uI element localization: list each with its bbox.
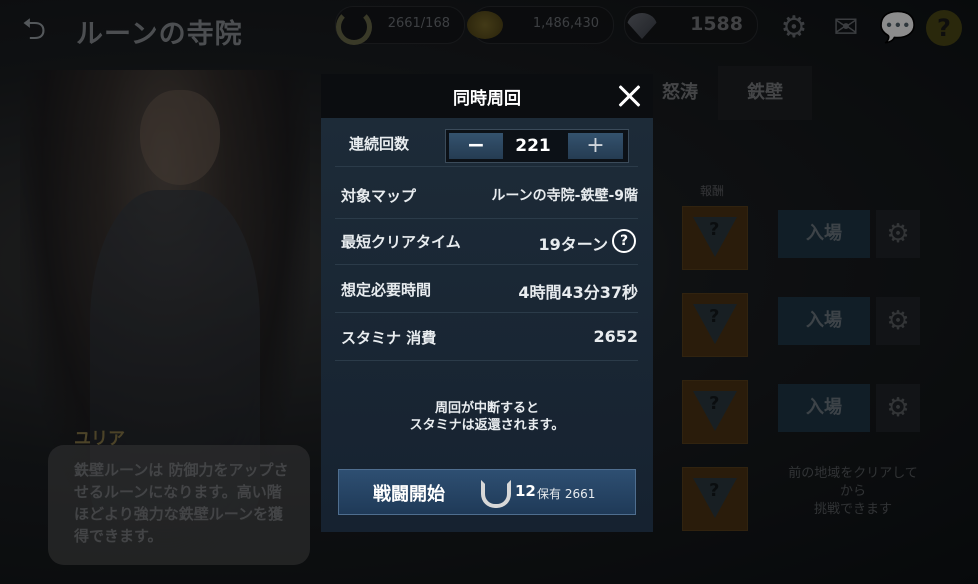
- clear-time-value: 19ターン: [538, 235, 608, 254]
- target-map-label: 対象マップ: [341, 187, 417, 205]
- target-map-value: ルーンの寺院-鉄壁-9階: [491, 188, 638, 204]
- minus-button[interactable]: −: [449, 133, 503, 159]
- stamina-owned: 保有 2661: [537, 487, 596, 501]
- start-battle-label: 戦闘開始: [373, 484, 445, 505]
- simultaneous-run-dialog: 同時周回 連続回数 − 221 + 対象マップ ルーンの寺院-鉄壁-9階 最短ク…: [321, 74, 653, 532]
- horseshoe-icon: [481, 480, 511, 508]
- run-count-value[interactable]: 221: [503, 133, 563, 159]
- plus-button[interactable]: +: [568, 133, 623, 159]
- clear-time-row: 最短クリアタイム 19ターン ?: [335, 218, 638, 265]
- notice-line-1: 周回が中断すると: [434, 401, 539, 416]
- clear-time-label: 最短クリアタイム: [341, 233, 461, 251]
- dialog-header: 同時周回: [321, 74, 653, 118]
- run-count-stepper: − 221 +: [445, 129, 629, 163]
- refund-notice: 周回が中断すると スタミナは返還されます。: [321, 400, 653, 434]
- dialog-body: 連続回数 − 221 + 対象マップ ルーンの寺院-鉄壁-9階 最短クリアタイム…: [321, 118, 653, 532]
- stamina-cost-label: スタミナ 消費: [341, 329, 437, 347]
- dialog-title: 同時周回: [453, 89, 521, 109]
- stamina-cost-value: 2652: [593, 327, 638, 346]
- stamina-cost: 12: [515, 482, 536, 500]
- target-map-row: 対象マップ ルーンの寺院-鉄壁-9階: [335, 172, 638, 219]
- notice-line-2: スタミナは返還されます。: [409, 418, 565, 433]
- required-time-row: 想定必要時間 4時間43分37秒: [335, 266, 638, 313]
- required-time-value: 4時間43分37秒: [518, 283, 638, 302]
- run-count-label: 連続回数: [349, 135, 410, 153]
- help-icon[interactable]: ?: [612, 229, 636, 253]
- stamina-cost-row: スタミナ 消費 2652: [335, 314, 638, 361]
- run-count-row: 連続回数 − 221 +: [335, 120, 638, 167]
- start-battle-button[interactable]: 戦闘開始 12 保有 2661: [338, 469, 636, 515]
- required-time-label: 想定必要時間: [341, 281, 432, 299]
- close-icon[interactable]: [613, 80, 645, 112]
